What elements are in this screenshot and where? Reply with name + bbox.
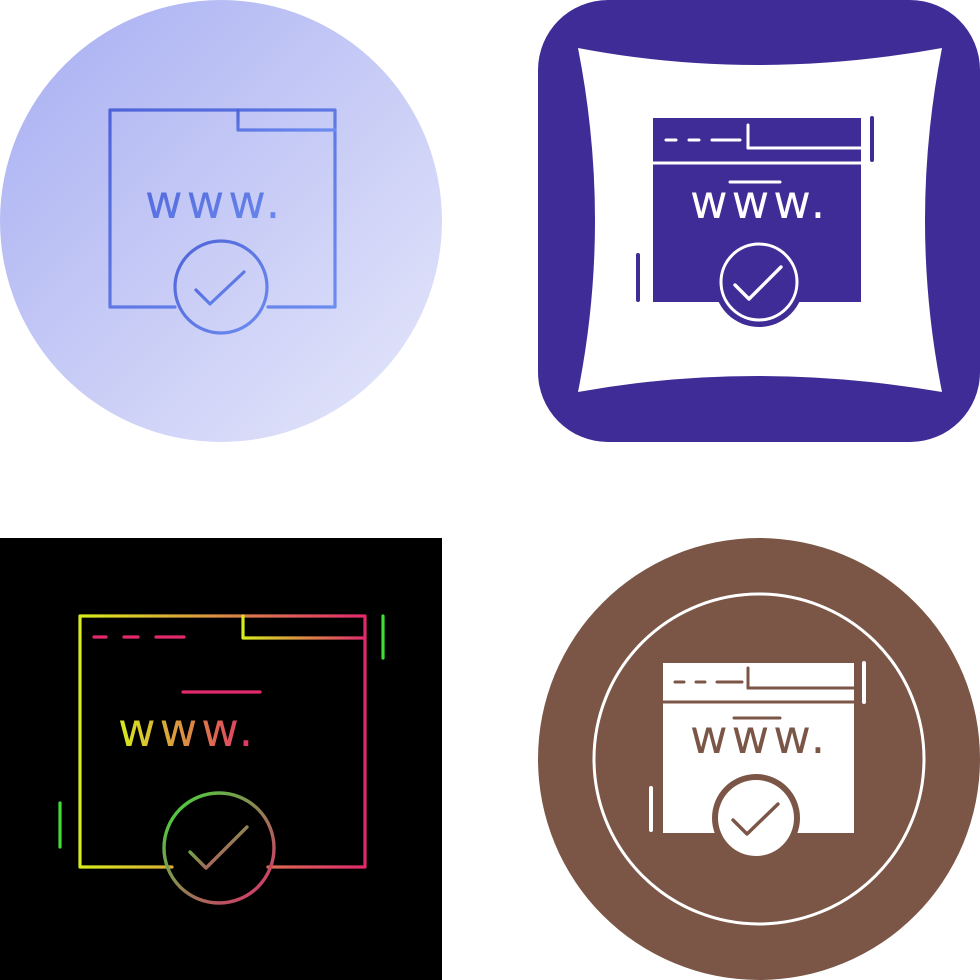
www-label: www. [690,710,829,764]
checkmark-icon [714,237,804,327]
background-square [0,538,442,980]
icon-tile-gradient-outline[interactable]: www. [0,0,490,490]
website-check-icon: www. [538,538,980,980]
icon-tile-glyph-circle[interactable]: www. [490,490,980,980]
website-check-icon: www. [0,0,442,442]
www-label: www. [690,175,829,229]
www-label: www. [145,175,284,229]
website-check-icon: www. [538,0,980,442]
website-check-icon: www. [0,538,442,980]
icon-tile-glyph-cushion[interactable]: www. [490,0,980,490]
icon-tile-neon-outline[interactable]: www. [0,490,490,980]
www-label: www. [118,703,257,757]
checkmark-icon [712,774,800,862]
